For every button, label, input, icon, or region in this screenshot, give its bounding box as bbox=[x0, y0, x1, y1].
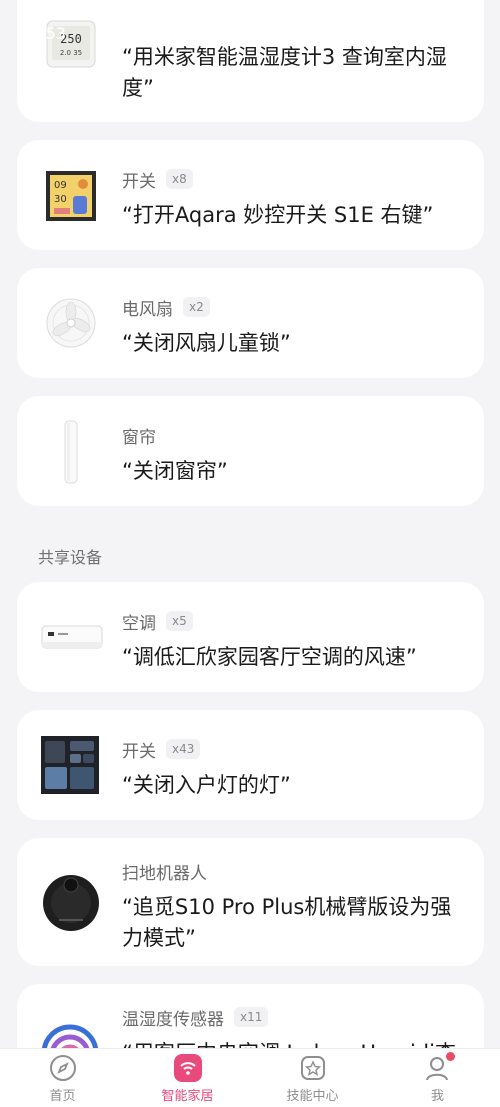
star-box-icon bbox=[298, 1053, 328, 1083]
device-card[interactable]: 空调 x5 “调低汇欣家园客厅空调的风速” bbox=[17, 582, 484, 692]
device-card[interactable]: 电风扇 x2 “关闭风扇儿童锁” bbox=[17, 268, 484, 378]
device-name: 开关 bbox=[122, 741, 156, 762]
device-card[interactable]: 09 30 开关 x8 “打开Aqara 妙控开关 S1E 右键” bbox=[17, 140, 484, 250]
battery-icon bbox=[440, 26, 470, 41]
device-name: 窗帘 bbox=[122, 427, 156, 448]
command-text: “打开Aqara 妙控开关 S1E 右键” bbox=[122, 203, 434, 227]
device-thumb bbox=[35, 1012, 105, 1048]
notification-dot bbox=[445, 1051, 455, 1061]
device-count-badge: x43 bbox=[166, 739, 201, 759]
device-thumb bbox=[41, 872, 101, 934]
compass-icon bbox=[48, 1053, 78, 1083]
device-name: 空调 bbox=[122, 613, 156, 634]
device-name: 扫地机器人 bbox=[122, 863, 207, 884]
clock: 6:53 bbox=[30, 24, 66, 43]
device-command-list[interactable]: 250 2.0 35 “用米家智能温湿度计3 查询室内湿度” 09 30 开关 … bbox=[0, 0, 500, 1048]
tab-skills[interactable]: 技能中心 bbox=[258, 1053, 368, 1104]
tab-profile[interactable]: 我 bbox=[383, 1051, 493, 1104]
device-card[interactable]: 扫地机器人 “追觅S10 Pro Plus机械臂版设为强力模式” bbox=[17, 838, 484, 966]
svg-text:09: 09 bbox=[54, 180, 67, 191]
device-thumb: 09 30 bbox=[41, 166, 101, 226]
device-count-badge: x5 bbox=[166, 611, 193, 631]
signal-label: 5G bbox=[383, 24, 407, 43]
curtain-motor-icon bbox=[64, 420, 78, 484]
device-name: 电风扇 bbox=[122, 299, 173, 320]
sensor-icon bbox=[41, 1024, 99, 1048]
tab-smart-home[interactable]: 智能家居 bbox=[133, 1053, 243, 1104]
wifi-home-icon bbox=[173, 1053, 203, 1083]
device-count-badge: x11 bbox=[234, 1007, 269, 1027]
device-name: 开关 bbox=[122, 171, 156, 192]
command-text: “关闭窗帘” bbox=[122, 459, 228, 483]
status-icons: 5G ◠ bbox=[383, 24, 470, 43]
command-text: “追觅S10 Pro Plus机械臂版设为强力模式” bbox=[122, 895, 452, 950]
smart-panel-icon bbox=[41, 736, 99, 794]
robot-vacuum-icon bbox=[43, 875, 99, 931]
user-icon bbox=[423, 1051, 455, 1083]
device-count-badge: x8 bbox=[166, 169, 193, 189]
command-text: “关闭入户灯的灯” bbox=[122, 773, 291, 797]
command-text: “调低汇欣家园客厅空调的风速” bbox=[122, 645, 417, 669]
device-thumb bbox=[41, 293, 101, 353]
bottom-tab-bar: 首页 智能家居 技能中心 我 bbox=[0, 1048, 500, 1107]
device-card[interactable]: 温湿度传感器 x11 “用客厅中央空调 Indoor Humidi查 bbox=[17, 984, 484, 1048]
device-count-badge: x2 bbox=[183, 297, 210, 317]
tab-label: 技能中心 bbox=[286, 1088, 339, 1104]
shared-devices-heading: 共享设备 bbox=[38, 548, 103, 567]
tab-label: 智能家居 bbox=[161, 1088, 214, 1104]
svg-text:30: 30 bbox=[54, 194, 67, 205]
switch-panel-icon: 09 30 bbox=[46, 171, 96, 221]
device-card[interactable]: 开关 x43 “关闭入户灯的灯” bbox=[17, 710, 484, 820]
fan-icon bbox=[46, 298, 96, 348]
device-thumb bbox=[41, 418, 101, 486]
wifi-icon: ◠ bbox=[416, 24, 430, 43]
device-name: 温湿度传感器 bbox=[122, 1009, 224, 1030]
air-conditioner-icon bbox=[41, 625, 103, 649]
command-text: “关闭风扇儿童锁” bbox=[122, 331, 291, 355]
status-bar: 6:53 5G ◠ bbox=[0, 0, 500, 60]
command-text: “用客厅中央空调 Indoor Humidi查 bbox=[122, 1038, 466, 1048]
tab-label: 我 bbox=[430, 1088, 444, 1104]
device-card[interactable]: 窗帘 “关闭窗帘” bbox=[17, 396, 484, 506]
tab-label: 首页 bbox=[49, 1088, 76, 1104]
tab-home[interactable]: 首页 bbox=[8, 1053, 118, 1104]
device-thumb bbox=[39, 608, 105, 668]
device-thumb bbox=[39, 734, 101, 796]
